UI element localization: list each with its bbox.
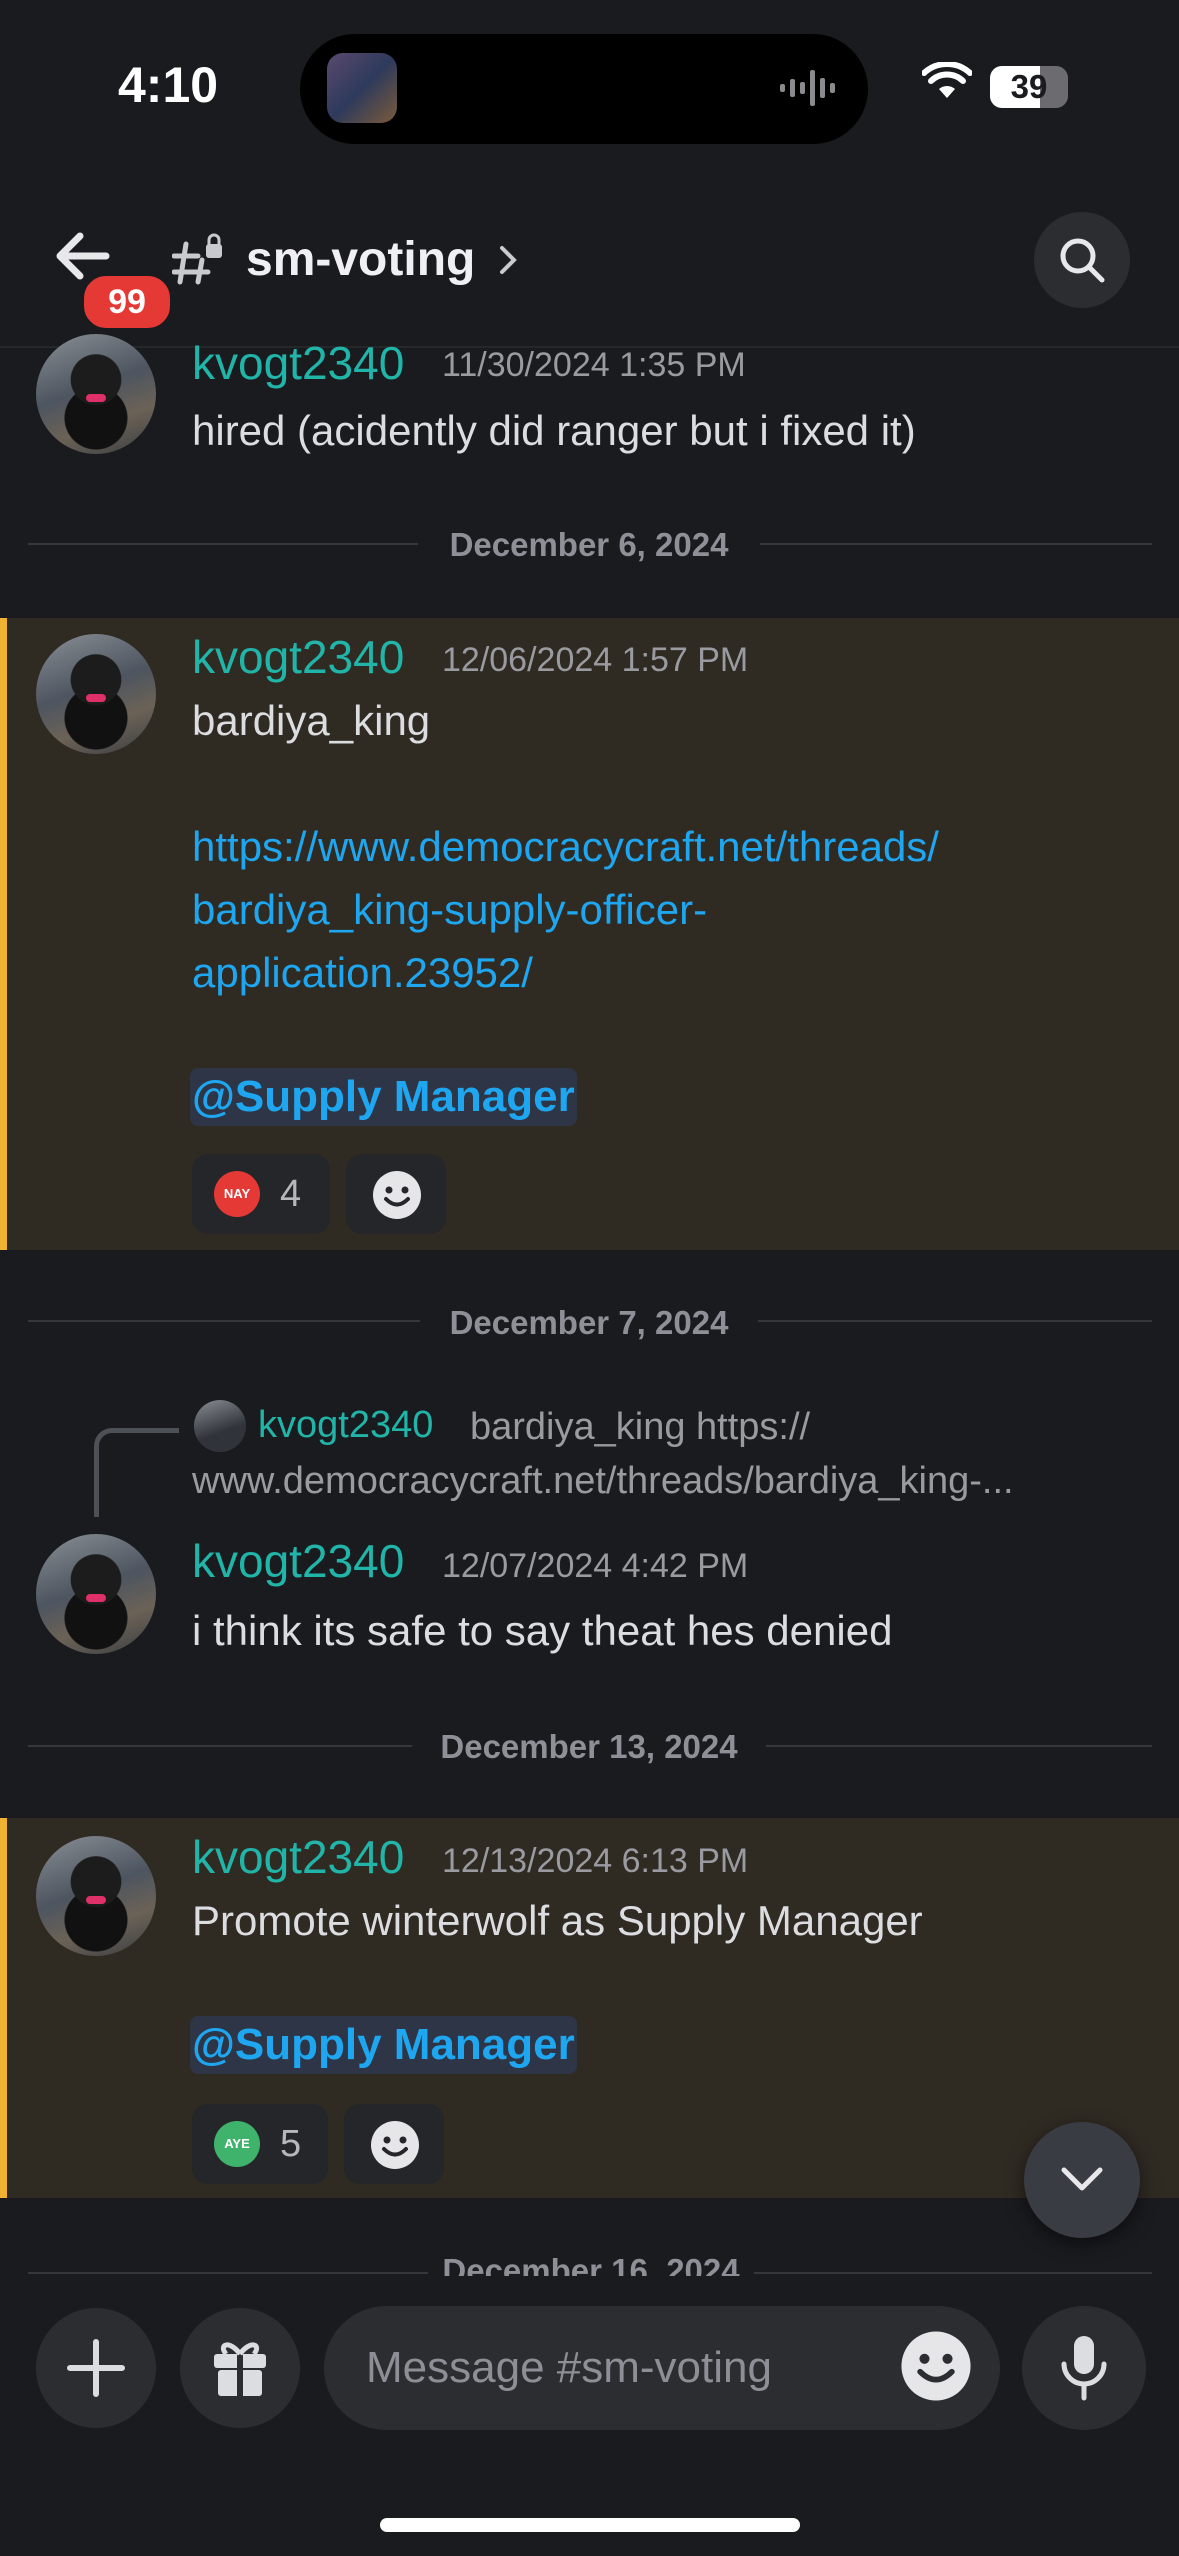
message-text: hired (acidently did ranger but i fixed … [192, 407, 916, 454]
message-text: i think its safe to say theat hes denied [192, 1607, 893, 1654]
message-timestamp: 12/07/2024 4:42 PM [442, 1547, 749, 1585]
reply-avatar[interactable] [194, 1400, 246, 1452]
chevron-right-icon[interactable] [498, 244, 518, 276]
message-timestamp: 12/13/2024 6:13 PM [442, 1842, 749, 1880]
microphone-icon [1061, 2336, 1107, 2401]
avatar[interactable] [36, 1836, 156, 1956]
attach-button[interactable] [36, 2308, 156, 2428]
wifi-icon [922, 62, 972, 98]
message-author[interactable]: kvogt2340 [192, 1534, 404, 1588]
jump-to-bottom-button[interactable] [1024, 2122, 1140, 2238]
message-timestamp: 12/06/2024 1:57 PM [442, 641, 749, 679]
message-link[interactable]: application.23952/ [192, 941, 533, 1004]
add-reaction-button[interactable] [344, 2104, 444, 2184]
chevron-down-icon [1061, 2167, 1103, 2191]
smiley-icon [371, 2121, 419, 2169]
smiley-icon [373, 1171, 421, 1219]
message-author[interactable]: kvogt2340 [192, 630, 404, 684]
status-time: 4:10 [118, 57, 219, 113]
date-divider: December 13, 2024 [440, 1728, 738, 1765]
voice-message-button[interactable] [1022, 2306, 1146, 2430]
gift-button[interactable] [180, 2308, 300, 2428]
date-divider-line [760, 543, 1152, 545]
reply-author[interactable]: kvogt2340 [258, 1404, 433, 1447]
search-button[interactable] [1034, 212, 1130, 308]
reaction-aye[interactable]: AYE 5 [192, 2104, 328, 2184]
reaction-count: 4 [280, 1173, 302, 1215]
message-author[interactable]: kvogt2340 [192, 336, 404, 390]
channel-title[interactable]: sm-voting [246, 232, 475, 287]
date-divider-line [754, 2272, 1152, 2274]
mention-bar [0, 1818, 7, 2198]
reaction-nay[interactable]: NAY 4 [192, 1154, 330, 1234]
message-text: Promote winterwolf as Supply Manager [192, 1897, 923, 1944]
now-playing-thumbnail[interactable] [327, 53, 397, 123]
date-divider: December 7, 2024 [449, 1304, 729, 1341]
locked-channel-icon [172, 233, 222, 285]
role-mention[interactable]: @Supply Manager [190, 1068, 577, 1126]
message-text: bardiya_king [192, 697, 431, 744]
message-timestamp: 11/30/2024 1:35 PM [442, 346, 746, 384]
date-divider-line [28, 1320, 420, 1322]
add-reaction-button[interactable] [346, 1154, 446, 1234]
plus-icon [67, 2339, 125, 2397]
message-link[interactable]: https://www.democracycraft.net/threads/ [192, 815, 939, 878]
reply-preview-cont[interactable]: www.democracycraft.net/threads/bardiya_k… [192, 1460, 1014, 1503]
reaction-count: 5 [280, 2123, 302, 2165]
aye-emoji-icon: AYE [214, 2121, 260, 2167]
date-divider: December 6, 2024 [449, 526, 729, 563]
role-mention[interactable]: @Supply Manager [190, 2016, 577, 2074]
search-icon [1060, 238, 1105, 283]
message-input[interactable] [324, 2306, 1000, 2430]
audio-wave-icon [780, 70, 835, 106]
date-divider-line [28, 2272, 428, 2274]
date-divider-line [758, 1320, 1152, 1322]
reply-preview[interactable]: bardiya_king https:// [470, 1406, 810, 1449]
home-indicator [380, 2518, 800, 2532]
message-author[interactable]: kvogt2340 [192, 1830, 404, 1884]
reply-connector [94, 1428, 179, 1517]
avatar[interactable] [36, 1534, 156, 1654]
mention-bar [0, 618, 7, 1250]
emoji-picker-icon[interactable] [900, 2330, 972, 2402]
avatar[interactable] [36, 334, 156, 454]
message-link[interactable]: bardiya_king-supply-officer- [192, 878, 707, 941]
date-divider-line [28, 1745, 412, 1747]
nay-emoji-icon: NAY [214, 1171, 260, 1217]
battery-percent: 39 [1010, 68, 1048, 105]
date-divider-line [766, 1745, 1152, 1747]
avatar[interactable] [36, 634, 156, 754]
gift-icon [214, 2342, 266, 2396]
unread-badge: 99 [80, 272, 174, 332]
date-divider-line [28, 543, 418, 545]
